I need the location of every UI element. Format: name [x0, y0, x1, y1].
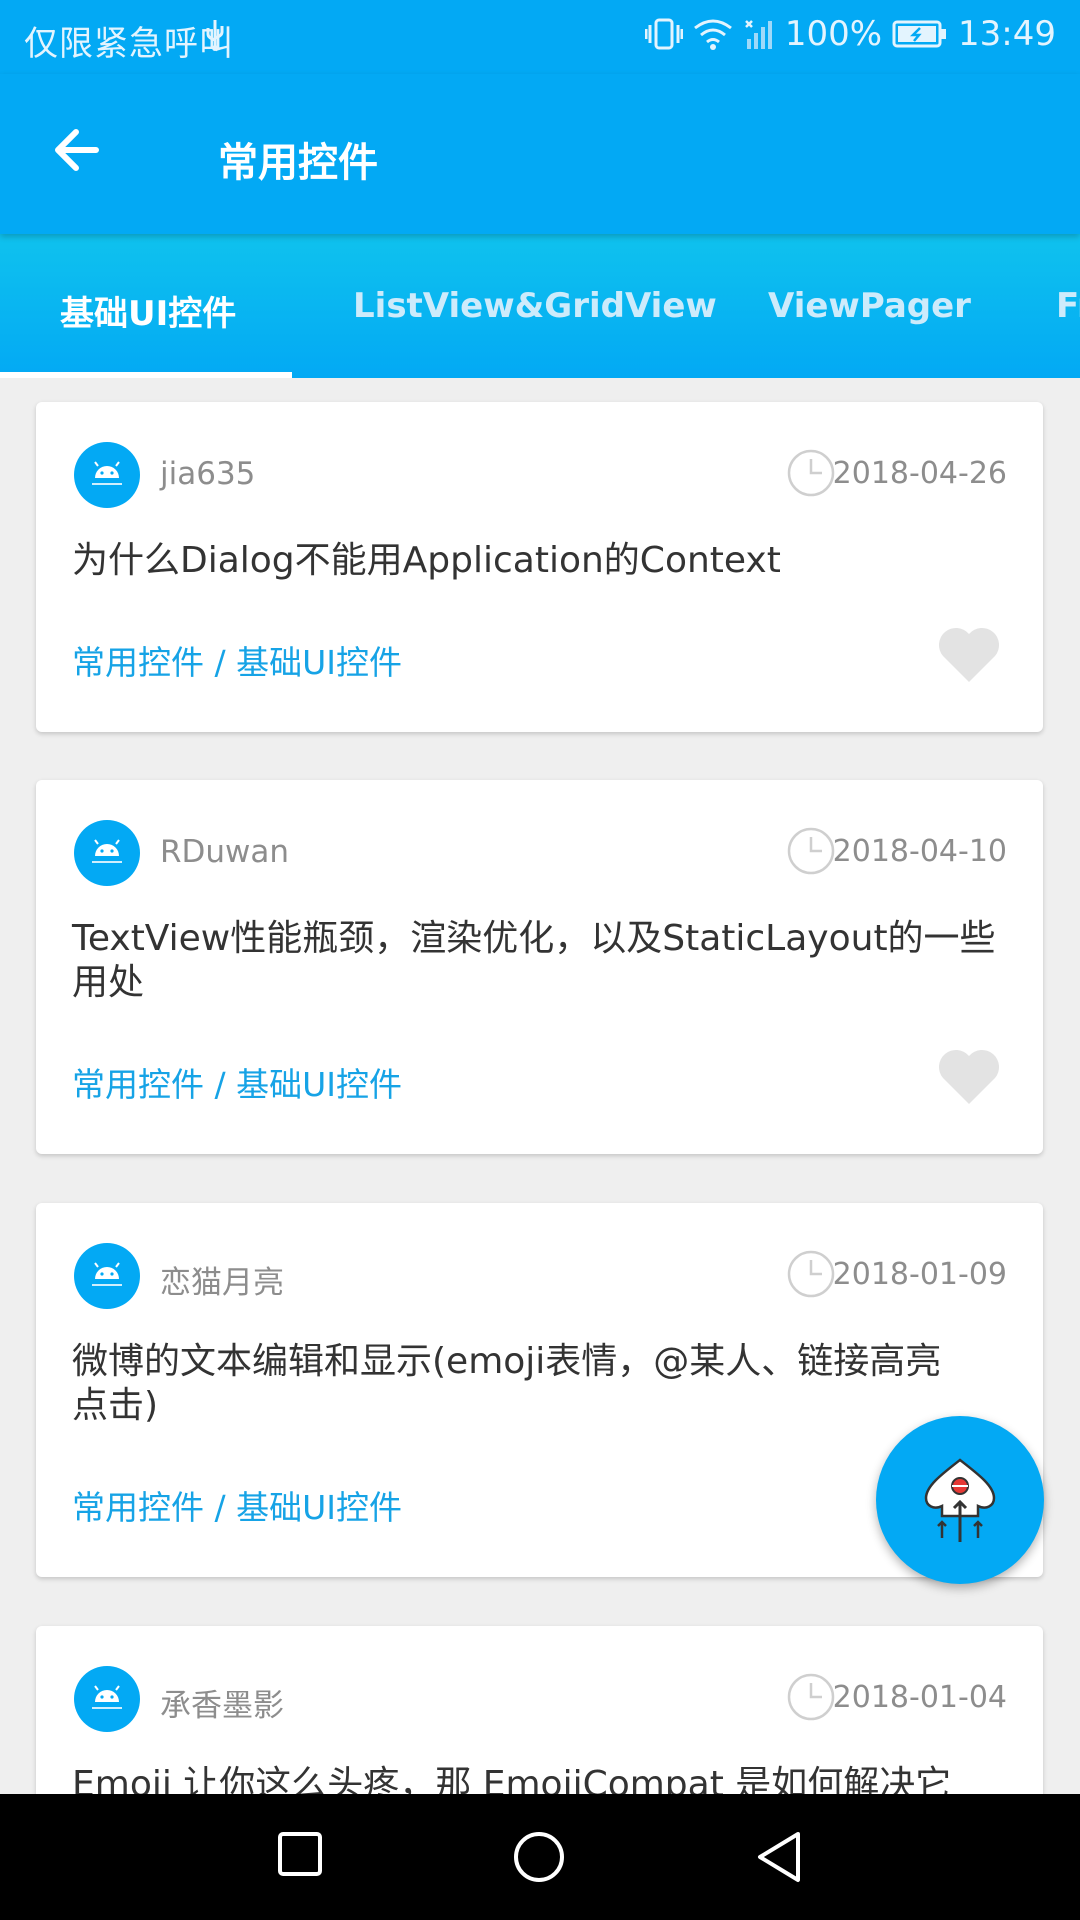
article-title-line: 点击): [72, 1385, 159, 1426]
clock-icon: [786, 826, 836, 876]
battery-percent: 100%: [784, 14, 883, 54]
article-title-line: TextView性能瓶颈，渲染优化，以及StaticLayout的一些: [72, 918, 996, 959]
carrier-text: 仅限紧急呼叫: [24, 24, 234, 64]
article-title-line: 为什么Dialog不能用Application的Context: [72, 540, 781, 581]
author-avatar: [74, 820, 140, 886]
arrow-left-icon: [55, 129, 99, 171]
article-title-line: Emoji 让你这么头疼，那 EmojiCompat 是如何解决它: [72, 1764, 952, 1794]
page-title: 常用控件: [218, 140, 378, 186]
vibrate-icon: [644, 17, 683, 51]
article-title-line: 用处: [72, 962, 145, 1003]
heart-icon: [938, 1049, 1000, 1104]
article-title-line: 微博的文本编辑和显示(emoji表情，@某人、链接高亮: [72, 1341, 942, 1382]
triangle-back-icon[interactable]: [754, 1830, 804, 1884]
app-toolbar: 常用控件: [0, 74, 1080, 234]
article-chapter[interactable]: 常用控件 / 基础UI控件: [72, 1058, 402, 1106]
android-icon: [92, 461, 122, 485]
clock-icon: [786, 448, 836, 498]
battery-icon: [892, 19, 948, 49]
article-chapter[interactable]: 常用控件 / 基础UI控件: [72, 636, 402, 684]
status-icons: 100% 13:49: [644, 14, 1056, 54]
author-name[interactable]: RDuwan: [160, 834, 289, 870]
android-icon: [92, 1685, 122, 1709]
clock-icon: [786, 1672, 836, 1722]
back-button[interactable]: [46, 120, 126, 190]
publish-date: 2018-01-09: [832, 1257, 1007, 1292]
tab-listview-gridview[interactable]: ListView&GridView: [353, 286, 717, 326]
clock-icon: [786, 1249, 836, 1299]
square-recents-icon[interactable]: [276, 1830, 324, 1878]
tab-fragment[interactable]: Fr: [1056, 286, 1080, 326]
article-title[interactable]: TextView性能瓶颈，渲染优化，以及StaticLayout的一些 用处: [72, 917, 1012, 1005]
publish-date: 2018-04-10: [832, 834, 1007, 869]
circle-home-icon[interactable]: [512, 1830, 566, 1884]
article-list[interactable]: jia635 2018-04-26 为什么Dialog不能用Applicatio…: [0, 378, 1080, 1794]
clock-text: 13:49: [958, 14, 1056, 54]
heart-icon: [938, 627, 1000, 682]
article-title[interactable]: 为什么Dialog不能用Application的Context: [72, 539, 1012, 583]
android-icon: [92, 1262, 122, 1286]
author-avatar: [74, 1666, 140, 1732]
article-card[interactable]: RDuwan 2018-04-10 TextView性能瓶颈，渲染优化，以及St…: [36, 780, 1043, 1154]
author-name[interactable]: jia635: [160, 456, 255, 492]
tab-viewpager[interactable]: ViewPager: [768, 286, 971, 326]
wifi-icon: [693, 18, 733, 50]
favorite-button[interactable]: [936, 624, 1002, 684]
tab-basic-ui[interactable]: 基础UI控件: [60, 286, 236, 335]
android-icon: [92, 839, 122, 863]
article-card[interactable]: jia635 2018-04-26 为什么Dialog不能用Applicatio…: [36, 402, 1043, 732]
author-avatar: [74, 442, 140, 508]
author-name[interactable]: 承香墨影: [160, 1680, 284, 1725]
signal-icon: [743, 17, 775, 51]
system-nav-bar: [0, 1794, 1080, 1920]
rocket-scroll-top-icon: [924, 1458, 996, 1542]
favorite-button[interactable]: [936, 1046, 1002, 1106]
category-tabs: 基础UI控件 ListView&GridView ViewPager Fr: [0, 234, 1080, 378]
publish-date: 2018-04-26: [832, 456, 1007, 491]
author-name[interactable]: 恋猫月亮: [160, 1257, 284, 1302]
tab-indicator: [0, 372, 292, 378]
author-avatar: [74, 1243, 140, 1309]
scroll-to-top-button[interactable]: [876, 1416, 1044, 1584]
publish-date: 2018-01-04: [832, 1680, 1007, 1715]
article-chapter[interactable]: 常用控件 / 基础UI控件: [72, 1481, 402, 1529]
article-title[interactable]: 微博的文本编辑和显示(emoji表情，@某人、链接高亮 点击): [72, 1340, 1012, 1428]
article-card[interactable]: 承香墨影 2018-01-04 Emoji 让你这么头疼，那 EmojiComp…: [36, 1626, 1043, 1794]
article-title[interactable]: Emoji 让你这么头疼，那 EmojiCompat 是如何解决它: [72, 1763, 1012, 1794]
usb-icon: [204, 18, 226, 52]
status-bar: 仅限紧急呼叫 100% 13:49: [0, 0, 1080, 74]
